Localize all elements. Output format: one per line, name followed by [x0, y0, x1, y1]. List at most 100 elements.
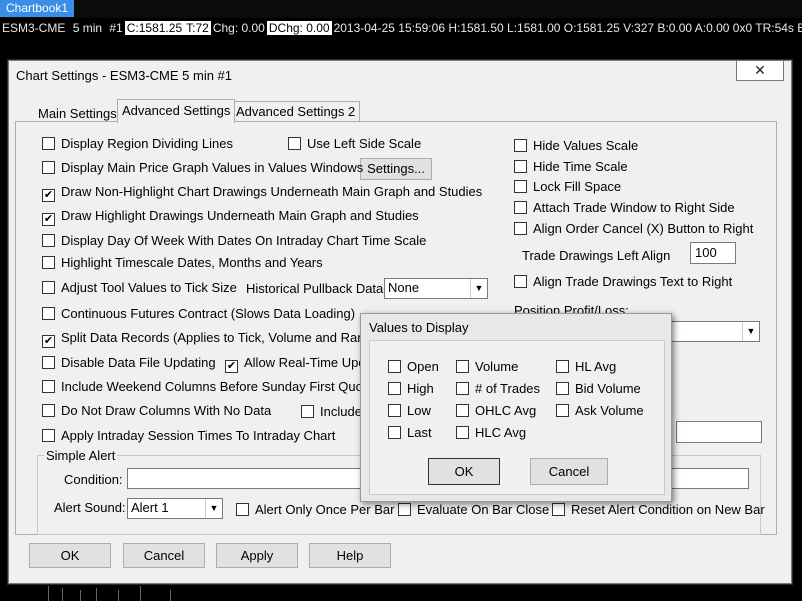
- checkbox-box[interactable]: [388, 404, 401, 417]
- checkbox-box[interactable]: [456, 404, 469, 417]
- right-option-checkbox[interactable]: Hide Time Scale: [514, 159, 628, 174]
- value-option-checkbox[interactable]: OHLC Avg: [456, 403, 536, 418]
- align-trade-drawings-text-checkbox[interactable]: Align Trade Drawings Text to Right: [514, 274, 732, 289]
- checkbox-box[interactable]: [388, 382, 401, 395]
- settings-button[interactable]: Settings...: [360, 158, 432, 180]
- checkbox-label: Apply Intraday Session Times To Intraday…: [61, 428, 336, 443]
- allow-realtime-updating-checkbox[interactable]: ✔ Allow Real-Time Upda: [225, 355, 373, 373]
- checkbox-box[interactable]: [456, 382, 469, 395]
- left-option-checkbox[interactable]: Display Main Price Graph Values in Value…: [42, 160, 363, 175]
- checkbox-box[interactable]: ✔: [42, 213, 55, 226]
- checkbox-box[interactable]: [514, 222, 527, 235]
- checkbox-box[interactable]: [514, 139, 527, 152]
- checkbox-box[interactable]: [42, 356, 55, 369]
- checkbox-label: Use Left Side Scale: [307, 136, 422, 151]
- chevron-down-icon[interactable]: ▼: [470, 279, 487, 298]
- dialog-ok-button[interactable]: OK: [428, 458, 500, 485]
- tab-advanced-settings-2[interactable]: Advanced Settings 2: [231, 101, 361, 122]
- checkbox-box[interactable]: [398, 503, 411, 516]
- value-option-checkbox[interactable]: Open: [388, 359, 439, 374]
- close-icon[interactable]: ✕: [736, 61, 784, 81]
- checkbox-box[interactable]: [556, 382, 569, 395]
- include-checkbox[interactable]: Include: [301, 404, 362, 419]
- checkbox-label: HL Avg: [575, 359, 617, 374]
- checkbox-label: Draw Non-Highlight Chart Drawings Undern…: [61, 184, 483, 199]
- checkbox-box[interactable]: [556, 404, 569, 417]
- alert-only-once-checkbox[interactable]: Alert Only Once Per Bar: [236, 502, 394, 517]
- checkbox-box[interactable]: [42, 429, 55, 442]
- checkbox-label: Open: [407, 359, 439, 374]
- checkbox-box[interactable]: [42, 380, 55, 393]
- checkbox-label: Display Region Dividing Lines: [61, 136, 233, 151]
- use-left-side-scale-checkbox[interactable]: Use Left Side Scale: [288, 136, 421, 151]
- dialog-cancel-button[interactable]: Cancel: [530, 458, 608, 485]
- cancel-button[interactable]: Cancel: [123, 543, 205, 568]
- checkbox-box[interactable]: [236, 503, 249, 516]
- help-button[interactable]: Help: [309, 543, 391, 568]
- left-option-checkbox[interactable]: Apply Intraday Session Times To Intraday…: [42, 428, 335, 443]
- checkbox-box[interactable]: [288, 137, 301, 150]
- checkbox-label: Disable Data File Updating: [61, 355, 216, 370]
- value-option-checkbox[interactable]: HLC Avg: [456, 425, 526, 440]
- checkbox-box[interactable]: [42, 137, 55, 150]
- left-option-checkbox[interactable]: ✔ Draw Non-Highlight Chart Drawings Under…: [42, 184, 482, 202]
- checkbox-box[interactable]: [514, 180, 527, 193]
- left-option-checkbox[interactable]: Continuous Futures Contract (Slows Data …: [42, 306, 355, 321]
- left-option-checkbox[interactable]: Highlight Timescale Dates, Months and Ye…: [42, 255, 323, 270]
- checkbox-box[interactable]: [556, 360, 569, 373]
- right-option-checkbox[interactable]: Lock Fill Space: [514, 179, 621, 194]
- checkbox-box[interactable]: [42, 256, 55, 269]
- checkbox-box[interactable]: ✔: [225, 360, 238, 373]
- right-option-checkbox[interactable]: Attach Trade Window to Right Side: [514, 200, 735, 215]
- left-option-checkbox[interactable]: Disable Data File Updating: [42, 355, 216, 370]
- checkbox-box[interactable]: ✔: [42, 189, 55, 202]
- checkbox-box[interactable]: [552, 503, 565, 516]
- left-option-checkbox[interactable]: Display Day Of Week With Dates On Intrad…: [42, 233, 426, 248]
- checkbox-box[interactable]: [42, 161, 55, 174]
- tab-chartbook[interactable]: Chartbook1: [0, 0, 75, 17]
- trade-drawings-left-align-label: Trade Drawings Left Align: [522, 248, 671, 263]
- checkbox-box[interactable]: [388, 360, 401, 373]
- left-option-checkbox[interactable]: Adjust Tool Values to Tick Size: [42, 280, 237, 295]
- checkbox-box[interactable]: [42, 307, 55, 320]
- checkbox-box[interactable]: [388, 426, 401, 439]
- apply-button[interactable]: Apply: [216, 543, 298, 568]
- left-option-checkbox[interactable]: ✔ Split Data Records (Applies to Tick, Vo…: [42, 330, 379, 348]
- checkbox-label: Last: [407, 425, 432, 440]
- right-text-field[interactable]: [676, 421, 762, 443]
- checkbox-box[interactable]: [456, 426, 469, 439]
- checkbox-box[interactable]: [514, 160, 527, 173]
- checkbox-box[interactable]: [456, 360, 469, 373]
- value-option-checkbox[interactable]: # of Trades: [456, 381, 540, 396]
- historical-pullback-select[interactable]: None ▼: [384, 278, 488, 299]
- chevron-down-icon[interactable]: ▼: [205, 499, 222, 518]
- left-option-checkbox[interactable]: ✔ Draw Highlight Drawings Underneath Main…: [42, 208, 419, 226]
- checkbox-box[interactable]: [514, 275, 527, 288]
- chevron-down-icon[interactable]: ▼: [742, 322, 759, 341]
- alert-sound-select[interactable]: Alert 1 ▼: [127, 498, 223, 519]
- left-option-checkbox[interactable]: Include Weekend Columns Before Sunday Fi…: [42, 379, 382, 394]
- value-option-checkbox[interactable]: High: [388, 381, 434, 396]
- left-option-checkbox[interactable]: Do Not Draw Columns With No Data: [42, 403, 271, 418]
- value-option-checkbox[interactable]: HL Avg: [556, 359, 616, 374]
- checkbox-box[interactable]: [42, 404, 55, 417]
- value-option-checkbox[interactable]: Last: [388, 425, 432, 440]
- value-option-checkbox[interactable]: Bid Volume: [556, 381, 641, 396]
- checkbox-box[interactable]: [301, 405, 314, 418]
- right-option-checkbox[interactable]: Hide Values Scale: [514, 138, 638, 153]
- checkbox-box[interactable]: [42, 234, 55, 247]
- trade-drawings-left-align-input[interactable]: 100: [690, 242, 736, 264]
- checkbox-box[interactable]: [514, 201, 527, 214]
- value-option-checkbox[interactable]: Volume: [456, 359, 518, 374]
- right-option-checkbox[interactable]: Align Order Cancel (X) Button to Right: [514, 221, 753, 236]
- checkbox-box[interactable]: ✔: [42, 335, 55, 348]
- checkbox-box[interactable]: [42, 281, 55, 294]
- reset-alert-checkbox[interactable]: Reset Alert Condition on New Bar: [552, 502, 765, 517]
- tab-advanced-settings[interactable]: Advanced Settings: [117, 99, 236, 123]
- evaluate-on-bar-close-checkbox[interactable]: Evaluate On Bar Close: [398, 502, 549, 517]
- value-option-checkbox[interactable]: Low: [388, 403, 431, 418]
- value-option-checkbox[interactable]: Ask Volume: [556, 403, 644, 418]
- left-option-checkbox[interactable]: Display Region Dividing Lines: [42, 136, 233, 151]
- ok-button[interactable]: OK: [29, 543, 111, 568]
- checkbox-label: Volume: [475, 359, 519, 374]
